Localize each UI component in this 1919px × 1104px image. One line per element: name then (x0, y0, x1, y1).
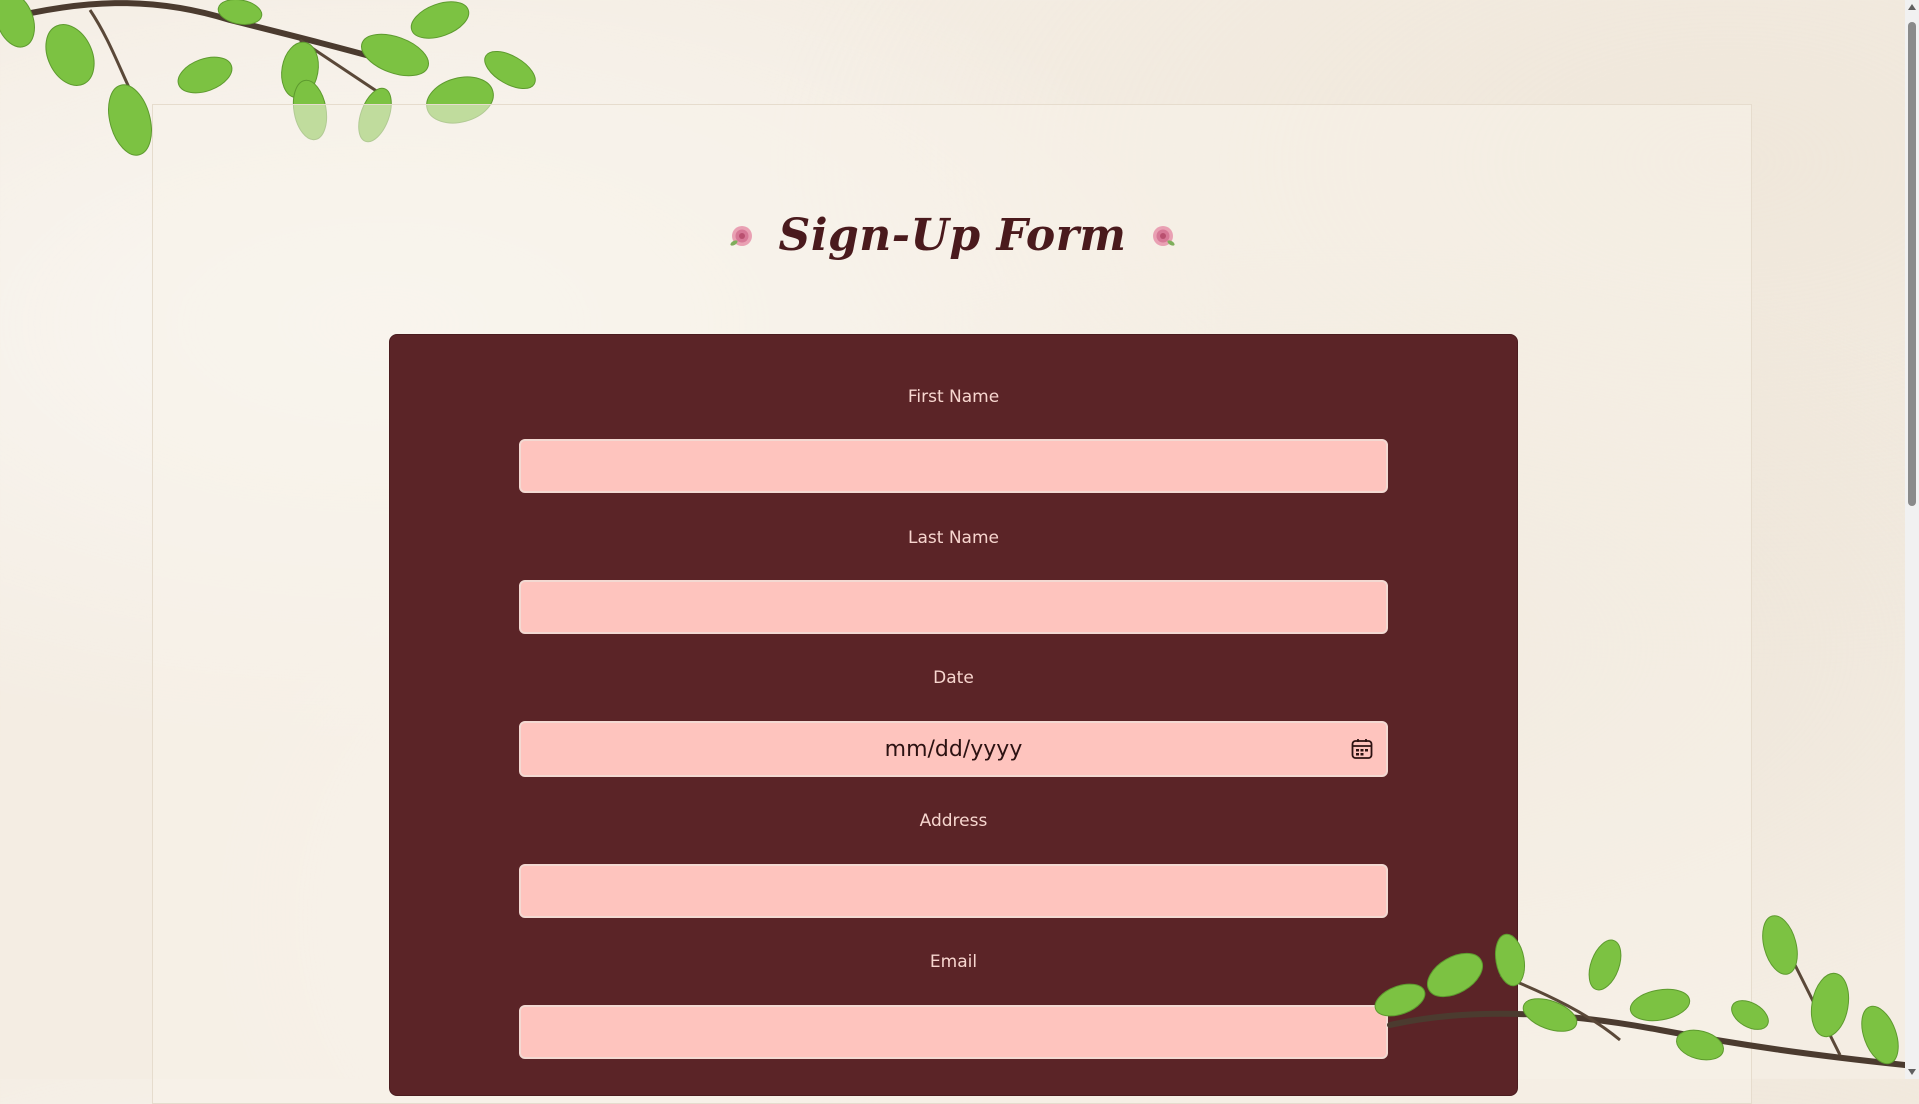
rose-icon (729, 225, 752, 246)
scroll-down-arrow-icon[interactable] (1908, 1069, 1916, 1075)
scroll-up-arrow-icon[interactable] (1908, 4, 1916, 10)
address-label: Address (919, 811, 988, 831)
scroll-thumb[interactable] (1908, 22, 1916, 506)
date-field[interactable]: mm/dd/yyyy (519, 721, 1388, 777)
date-label: Date (933, 668, 974, 688)
branch-bottom-right-decoration (1374, 915, 1905, 1068)
page-title: Sign-Up Form (778, 210, 1127, 261)
first-name-label: First Name (907, 387, 1000, 407)
last-name-label: Last Name (908, 528, 999, 548)
email-label: Email (929, 952, 978, 972)
calendar-icon[interactable] (1350, 737, 1374, 761)
last-name-input[interactable] (521, 582, 1386, 632)
vertical-scrollbar[interactable] (1905, 0, 1919, 1079)
last-name-field[interactable] (519, 580, 1388, 634)
address-input[interactable] (521, 866, 1386, 916)
first-name-field[interactable] (519, 439, 1388, 493)
rose-icon (1153, 225, 1176, 246)
email-field[interactable] (519, 1005, 1388, 1059)
date-input[interactable]: mm/dd/yyyy (521, 723, 1386, 775)
title-row: Sign-Up Form (0, 210, 1905, 261)
address-field[interactable] (519, 864, 1388, 918)
signup-form: First Name Last Name Date mm/dd/yyyy Add… (389, 334, 1518, 1096)
first-name-input[interactable] (521, 441, 1386, 491)
email-input[interactable] (521, 1007, 1386, 1057)
